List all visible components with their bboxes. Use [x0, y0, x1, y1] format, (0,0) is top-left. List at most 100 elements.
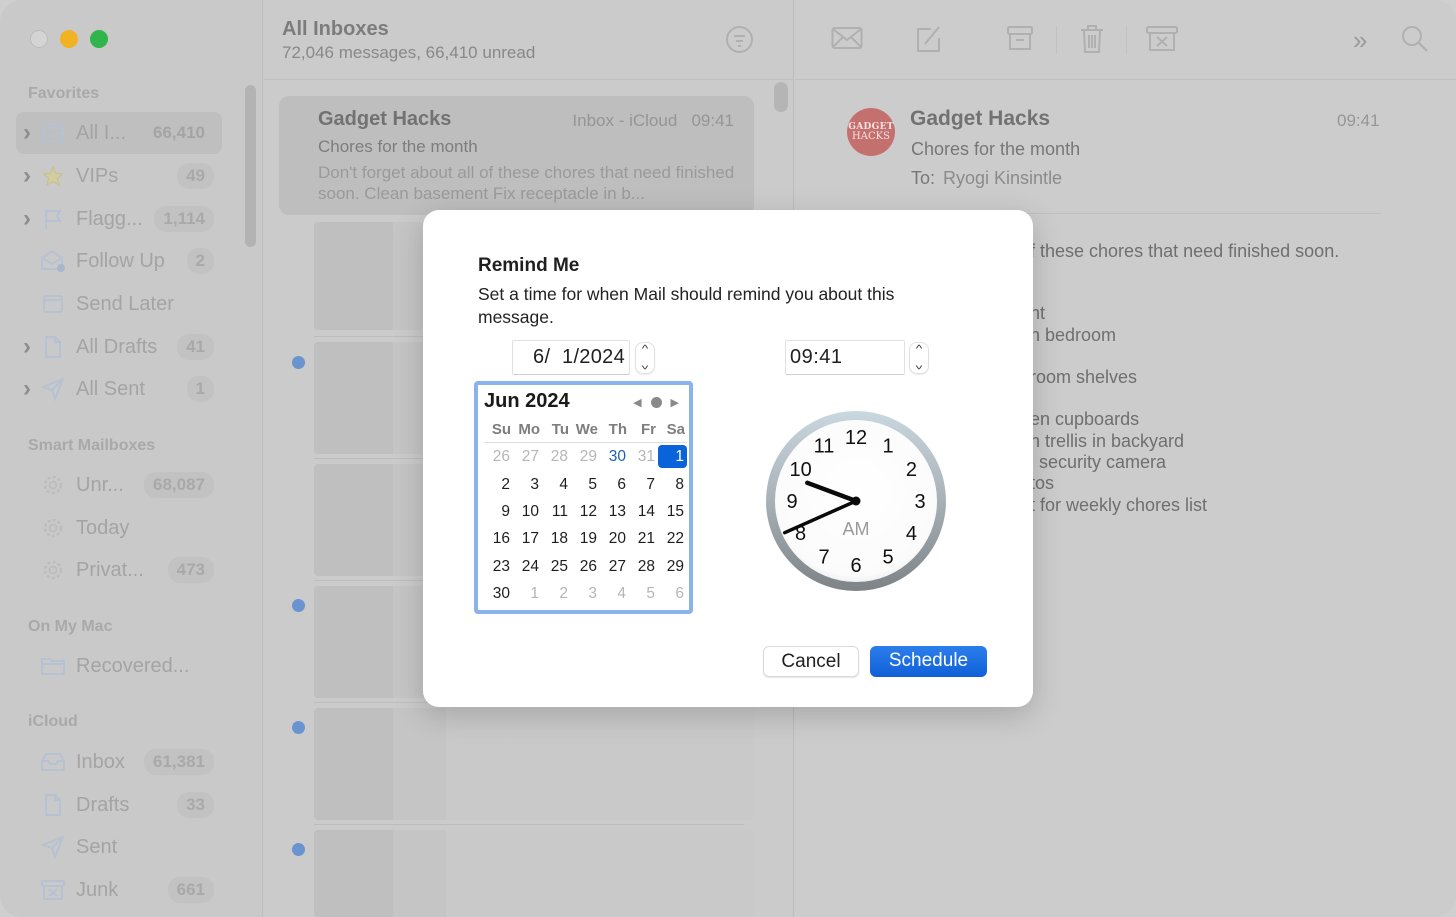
chevron-down-icon[interactable]: ^ [906, 357, 931, 371]
calendar-day[interactable]: 13 [600, 500, 629, 523]
calendar-day[interactable]: 16 [484, 527, 513, 550]
sidebar-item[interactable]: › All Sent 1 [16, 368, 222, 410]
more-toolbar-icon[interactable]: » [1353, 27, 1367, 53]
calendar-day[interactable]: 23 [484, 555, 513, 578]
calendar-day[interactable]: 2 [484, 473, 513, 496]
chevron-right-icon[interactable]: › [16, 335, 38, 359]
chevron-up-icon[interactable]: ^ [632, 343, 657, 357]
calendar-day[interactable]: 3 [571, 582, 600, 605]
junk-icon[interactable] [1145, 24, 1179, 59]
message-list-scrollbar[interactable] [774, 82, 788, 112]
sidebar-item[interactable]: Inbox 61,381 [16, 741, 222, 783]
calendar-day[interactable]: 12 [571, 500, 600, 523]
chevron-right-icon[interactable]: › [16, 164, 38, 188]
sidebar-section-header[interactable]: iCloud [28, 713, 78, 731]
next-month-icon[interactable]: ▶ [671, 396, 679, 409]
chevron-right-icon[interactable]: › [16, 377, 38, 401]
chevron-right-icon[interactable]: › [16, 207, 38, 231]
calendar-day[interactable]: 31 [629, 445, 658, 468]
calendar-day[interactable]: 22 [658, 527, 687, 550]
calendar-day[interactable]: 4 [600, 582, 629, 605]
calendar-day[interactable]: 7 [629, 473, 658, 496]
email-recipient[interactable]: Ryogi Kinsintle [943, 168, 1062, 188]
calendar-day[interactable]: 18 [542, 527, 571, 550]
sidebar-item[interactable]: Recovered... [16, 645, 222, 687]
calendar-day[interactable]: 20 [600, 527, 629, 550]
minimize-window-button[interactable] [60, 30, 78, 48]
sidebar-item[interactable]: Send Later [16, 283, 222, 325]
schedule-button[interactable]: Schedule [870, 646, 987, 677]
sidebar-item[interactable]: Follow Up 2 [16, 240, 222, 282]
sidebar-section-header[interactable]: Smart Mailboxes [28, 437, 155, 455]
calendar-day[interactable]: 15 [658, 500, 687, 523]
sidebar-item[interactable]: › All Drafts 41 [16, 326, 222, 368]
cancel-button[interactable]: Cancel [763, 646, 859, 677]
calendar-icon [38, 293, 68, 315]
calendar-day[interactable]: 5 [571, 473, 600, 496]
time-input[interactable]: 09:41 [785, 340, 905, 375]
sidebar-item[interactable]: Privat... 473 [16, 549, 222, 591]
chevron-up-icon[interactable]: ^ [906, 343, 931, 357]
date-stepper[interactable]: ^ ^ [635, 342, 655, 374]
chevron-right-icon[interactable]: › [16, 121, 38, 145]
search-icon[interactable] [1401, 24, 1429, 59]
calendar-day[interactable]: 11 [542, 500, 571, 523]
calendar-day-selected[interactable]: 1 [658, 445, 687, 469]
sidebar-item[interactable]: Drafts 33 [16, 784, 222, 826]
calendar-day[interactable]: 25 [542, 555, 571, 578]
calendar-day[interactable]: 10 [513, 500, 542, 523]
calendar-day[interactable]: 8 [658, 473, 687, 496]
calendar-day[interactable]: 27 [600, 555, 629, 578]
calendar-day[interactable]: 9 [484, 500, 513, 523]
calendar-day[interactable]: 29 [571, 445, 600, 468]
calendar-day[interactable]: 27 [513, 445, 542, 468]
analog-clock[interactable]: 12 1234567891011 AM [765, 410, 947, 592]
previous-month-icon[interactable]: ◀ [633, 396, 641, 409]
sidebar-item[interactable]: › VIPs 49 [16, 155, 222, 197]
archive-icon[interactable] [1006, 24, 1034, 59]
message-row[interactable] [314, 830, 754, 917]
sidebar-item[interactable]: › All I... 66,410 [16, 112, 222, 154]
trash-icon[interactable] [1079, 24, 1105, 59]
zoom-window-button[interactable] [90, 30, 108, 48]
sidebar-item[interactable]: Today [16, 507, 222, 549]
calendar-day[interactable]: 21 [629, 527, 658, 550]
calendar-day[interactable]: 24 [513, 555, 542, 578]
chevron-down-icon[interactable]: ^ [632, 357, 657, 371]
calendar-day-today[interactable]: 30 [600, 445, 629, 468]
sidebar-item[interactable]: › Flagg... 1,114 [16, 198, 222, 240]
calendar-day[interactable]: 2 [542, 582, 571, 605]
message-row-selected[interactable]: Gadget Hacks Inbox - iCloud 09:41 Chores… [279, 96, 754, 215]
sidebar-item[interactable]: Sent [16, 826, 222, 868]
calendar-day[interactable]: 19 [571, 527, 600, 550]
unread-count-badge: 66,410 [153, 123, 205, 142]
today-button[interactable] [650, 397, 662, 408]
calendar-day[interactable]: 26 [484, 445, 513, 468]
date-input[interactable]: 6/ 1/2024 [512, 340, 630, 375]
filter-icon[interactable] [726, 26, 753, 53]
sidebar-item[interactable]: Unr... 68,087 [16, 464, 222, 506]
calendar-day[interactable]: 30 [484, 582, 513, 605]
sidebar-section-header[interactable]: Favorites [28, 85, 99, 103]
compose-icon[interactable] [915, 24, 943, 59]
calendar-day[interactable]: 6 [600, 473, 629, 496]
sidebar-item[interactable]: Junk 661 [16, 869, 222, 911]
calendar-day[interactable]: 28 [629, 555, 658, 578]
calendar-day[interactable]: 3 [513, 473, 542, 496]
calendar-day[interactable]: 28 [542, 445, 571, 468]
calendar-day[interactable]: 17 [513, 527, 542, 550]
calendar-day[interactable]: 1 [513, 582, 542, 605]
get-mail-icon[interactable] [831, 24, 863, 57]
calendar-day[interactable]: 4 [542, 473, 571, 496]
envelope-open-icon [38, 249, 68, 273]
calendar-day[interactable]: 26 [571, 555, 600, 578]
time-stepper[interactable]: ^ ^ [909, 342, 929, 374]
calendar-day[interactable]: 5 [629, 582, 658, 605]
calendar-day[interactable]: 14 [629, 500, 658, 523]
calendar-day[interactable]: 29 [658, 555, 687, 578]
sidebar-section-header[interactable]: On My Mac [28, 618, 112, 636]
sidebar-scrollbar[interactable] [245, 85, 256, 247]
message-row[interactable] [314, 708, 754, 820]
calendar-day[interactable]: 6 [658, 582, 687, 605]
close-window-button[interactable] [30, 30, 48, 48]
